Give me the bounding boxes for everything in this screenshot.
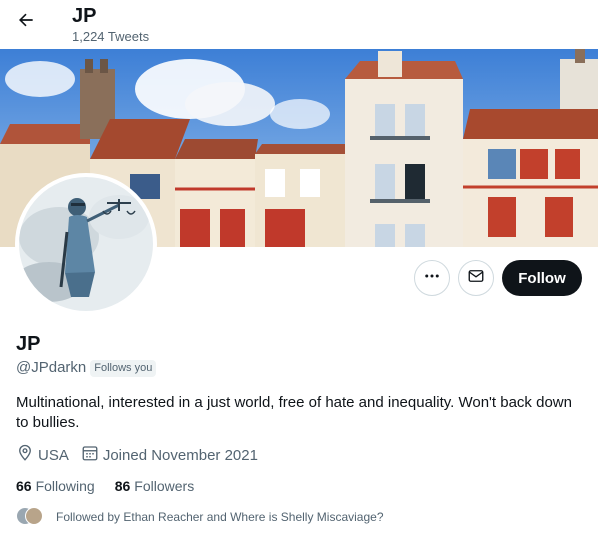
joined-item: Joined November 2021 — [81, 444, 258, 468]
following-link[interactable]: 66 Following — [16, 476, 95, 496]
followers-count: 86 — [114, 478, 131, 494]
tweet-count: 1,224 Tweets — [72, 29, 150, 44]
more-options-button[interactable] — [414, 260, 450, 296]
profile-name: JP — [16, 333, 41, 355]
location-text: USA — [38, 447, 69, 464]
following-label: Following — [35, 478, 95, 494]
follows-you-badge: Follows you — [90, 359, 157, 377]
profile-header: JP 1,224 Tweets — [0, 0, 603, 48]
followers-label: Followers — [134, 478, 195, 494]
handle-row: @JPdarkn Follows you — [16, 358, 157, 378]
followed-by-row[interactable]: Followed by Ethan Reacher and Where is S… — [16, 507, 384, 527]
arrow-left-icon — [16, 10, 36, 35]
avatar-image — [19, 177, 153, 311]
followed-by-text: Followed by Ethan Reacher and Where is S… — [56, 510, 384, 524]
follow-stats: 66 Following 86 Followers — [16, 476, 214, 496]
calendar-icon — [81, 444, 99, 468]
header-title: JP — [72, 5, 97, 27]
message-button[interactable] — [458, 260, 494, 296]
profile-avatar[interactable] — [15, 173, 157, 315]
envelope-icon — [467, 267, 485, 290]
back-button[interactable] — [10, 6, 42, 38]
location-item: USA — [16, 444, 69, 468]
followers-link[interactable]: 86 Followers — [115, 476, 194, 496]
map-pin-icon — [16, 444, 34, 468]
joined-text: Joined November 2021 — [102, 447, 258, 464]
more-horizontal-icon — [423, 267, 441, 290]
profile-bio: Multinational, interested in a just worl… — [16, 394, 572, 431]
profile-handle: @JPdarkn — [16, 359, 87, 376]
following-count: 66 — [16, 478, 32, 494]
avatar — [25, 507, 43, 525]
follow-button[interactable]: Follow — [502, 260, 582, 296]
profile-meta: USA Joined November 2021 — [16, 444, 270, 468]
followers-you-know-avatars — [16, 507, 46, 527]
